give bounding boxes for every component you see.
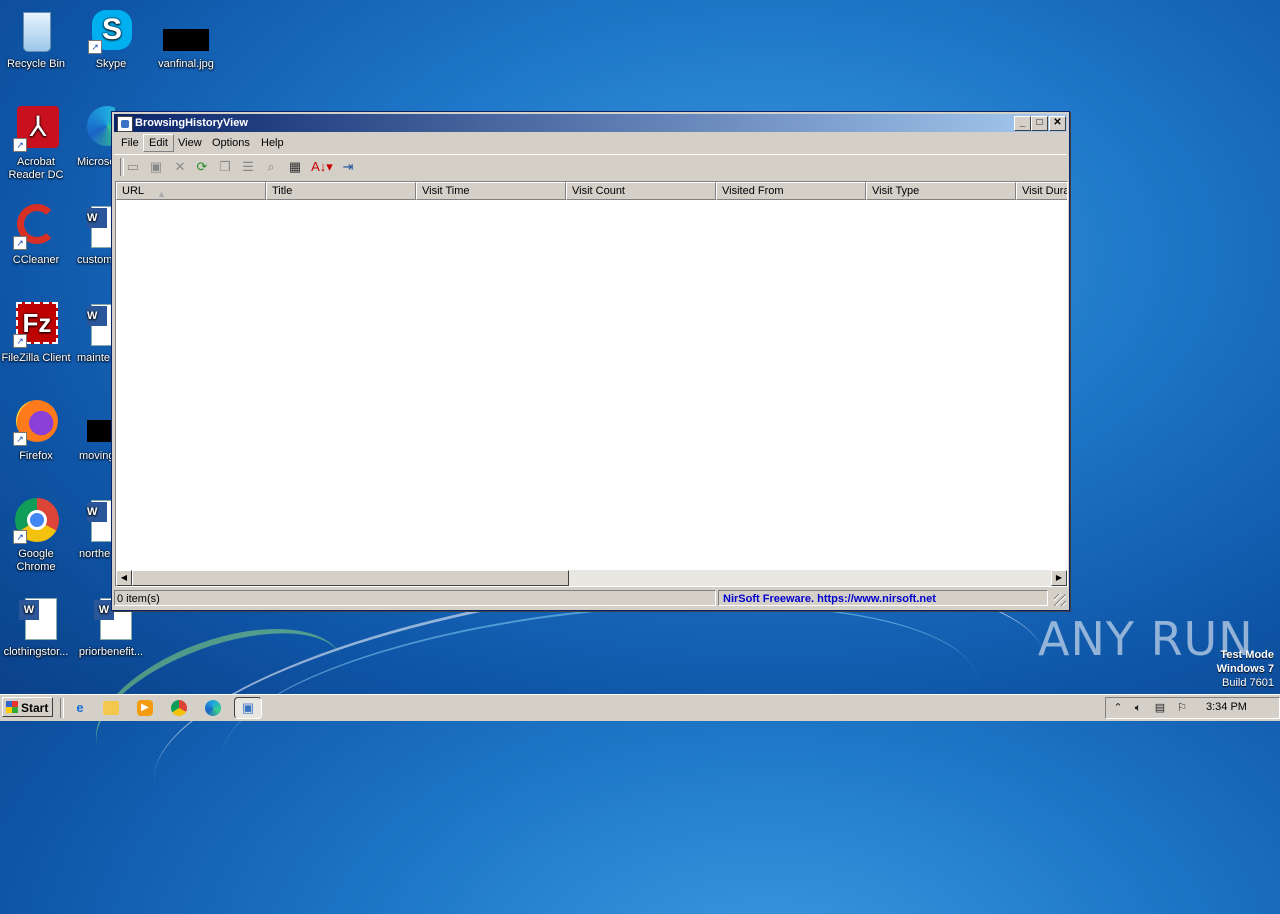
- desktop-icon-ccleaner[interactable]: ↗ CCleaner: [0, 204, 72, 267]
- menu-help[interactable]: Help: [256, 135, 289, 151]
- maximize-button[interactable]: □: [1031, 116, 1048, 131]
- desktop-icon-filezilla[interactable]: Fz ↗ FileZilla Client: [0, 302, 72, 365]
- delete-icon[interactable]: ✕: [171, 158, 189, 176]
- shortcut-arrow-icon: ↗: [13, 530, 27, 544]
- menu-options[interactable]: Options: [207, 135, 255, 151]
- horizontal-scrollbar[interactable]: ◀ ▶: [116, 570, 1067, 586]
- taskbar-separator: [60, 698, 64, 718]
- skype-icon: S ↗: [88, 8, 134, 54]
- scroll-left-icon[interactable]: ◀: [116, 570, 132, 586]
- chrome-icon: ↗: [13, 498, 59, 544]
- title-bar[interactable]: BrowsingHistoryView _ □ ✕: [114, 114, 1067, 132]
- window-title: BrowsingHistoryView: [135, 117, 248, 129]
- desktop-icon-word-doc[interactable]: W northe: [75, 498, 115, 561]
- action-center-flag-icon[interactable]: ⚐: [1174, 700, 1190, 716]
- exit-icon[interactable]: ⇥: [339, 158, 357, 176]
- status-bar: 0 item(s) NirSoft Freeware. https://www.…: [114, 589, 1067, 607]
- column-header-title[interactable]: Title: [266, 182, 416, 200]
- refresh-icon[interactable]: ⟳: [193, 158, 211, 176]
- browsinghistoryview-icon[interactable]: ▣: [234, 697, 262, 719]
- menu-bar: File Edit View Options Help: [114, 133, 1067, 153]
- ccleaner-icon: ↗: [13, 204, 59, 250]
- desktop-icon-chrome[interactable]: ↗ Google Chrome: [0, 498, 72, 574]
- desktop-icon-word-doc[interactable]: W custom: [75, 204, 115, 267]
- desktop-icon-edge[interactable]: Microso: [75, 106, 115, 169]
- test-mode-notice: Test Mode Windows 7 Build 7601: [1216, 649, 1274, 689]
- word-document-icon: W: [13, 596, 59, 642]
- item-count: 0 item(s): [114, 590, 716, 606]
- column-header-visit-duration[interactable]: Visit Dura: [1016, 182, 1067, 200]
- desktop-icon-word-doc[interactable]: W clothingstor...: [0, 596, 72, 659]
- save-icon[interactable]: ▣: [147, 158, 165, 176]
- edge-icon[interactable]: [205, 700, 221, 716]
- taskbar: Start e ▶ ▣ ⌃ 🔈︎ ▤ ⚐ 3:34 PM: [0, 694, 1280, 721]
- resize-grip[interactable]: [1054, 594, 1066, 606]
- volume-icon[interactable]: 🔈︎: [1130, 700, 1146, 716]
- shortcut-arrow-icon: ↗: [13, 334, 27, 348]
- show-hidden-icons-icon[interactable]: ⌃: [1110, 700, 1126, 716]
- column-header-visit-type[interactable]: Visit Type: [866, 182, 1016, 200]
- scroll-right-icon[interactable]: ▶: [1051, 570, 1067, 586]
- clock[interactable]: 3:34 PM: [1206, 701, 1247, 713]
- sort-icon[interactable]: A↓▾: [309, 158, 335, 176]
- close-button[interactable]: ✕: [1049, 116, 1066, 131]
- desktop-icon-acrobat[interactable]: ⅄ ↗ Acrobat Reader DC: [0, 106, 72, 182]
- acrobat-icon: ⅄ ↗: [13, 106, 59, 152]
- image-file-icon: [163, 8, 209, 54]
- column-header-url[interactable]: URL ▲: [116, 182, 266, 200]
- system-tray: ⌃ 🔈︎ ▤ ⚐ 3:34 PM: [1105, 697, 1280, 719]
- menu-edit[interactable]: Edit: [143, 134, 174, 152]
- sort-ascending-icon: ▲: [157, 189, 166, 199]
- network-icon[interactable]: ▤: [1152, 700, 1168, 716]
- find-icon[interactable]: ⌕: [262, 158, 280, 176]
- desktop-icon-recycle-bin[interactable]: Recycle Bin: [0, 8, 72, 71]
- windows-flag-icon: [6, 701, 18, 713]
- browsinghistoryview-window[interactable]: BrowsingHistoryView _ □ ✕ File Edit View…: [111, 111, 1070, 611]
- desktop-icon-vanfinal[interactable]: vanfinal.jpg: [150, 8, 222, 71]
- menu-file[interactable]: File: [116, 135, 144, 151]
- shortcut-arrow-icon: ↗: [13, 236, 27, 250]
- explorer-icon[interactable]: [103, 701, 119, 715]
- column-header-visit-time[interactable]: Visit Time: [416, 182, 566, 200]
- chrome-icon[interactable]: [171, 700, 187, 716]
- shortcut-arrow-icon: ↗: [88, 40, 102, 54]
- firefox-icon: ↗: [13, 400, 59, 446]
- desktop-icon-word-doc[interactable]: W mainte: [75, 302, 115, 365]
- minimize-button[interactable]: _: [1014, 116, 1031, 131]
- menu-view[interactable]: View: [173, 135, 207, 151]
- start-button[interactable]: Start: [2, 697, 53, 717]
- history-list[interactable]: URL ▲ Title Visit Time Visit Count Visit…: [115, 181, 1068, 587]
- shortcut-arrow-icon: ↗: [13, 432, 27, 446]
- copy-icon[interactable]: ❐: [216, 158, 234, 176]
- open-icon[interactable]: ▭: [124, 158, 142, 176]
- media-player-icon[interactable]: ▶: [137, 700, 153, 716]
- toolbar: ▭ ▣ ✕ ⟳ ❐ ☰ ⌕ ▦ A↓▾ ⇥: [114, 154, 1067, 180]
- desktop-icon-moving[interactable]: moving: [75, 400, 115, 463]
- column-header-visit-count[interactable]: Visit Count: [566, 182, 716, 200]
- desktop-icon-firefox[interactable]: ↗ Firefox: [0, 400, 72, 463]
- recycle-bin-icon: [13, 8, 59, 54]
- column-header-visited-from[interactable]: Visited From: [716, 182, 866, 200]
- html-report-icon[interactable]: ▦: [286, 158, 304, 176]
- properties-icon[interactable]: ☰: [239, 158, 257, 176]
- scrollbar-thumb[interactable]: [132, 570, 569, 586]
- shortcut-arrow-icon: ↗: [13, 138, 27, 152]
- list-header: URL ▲ Title Visit Time Visit Count Visit…: [116, 182, 1067, 200]
- nirsoft-link[interactable]: NirSoft Freeware. https://www.nirsoft.ne…: [718, 590, 1048, 606]
- internet-explorer-icon[interactable]: e: [70, 698, 90, 718]
- desktop-icon-skype[interactable]: S ↗ Skype: [75, 8, 147, 71]
- app-icon[interactable]: [117, 116, 133, 132]
- filezilla-icon: Fz ↗: [13, 302, 59, 348]
